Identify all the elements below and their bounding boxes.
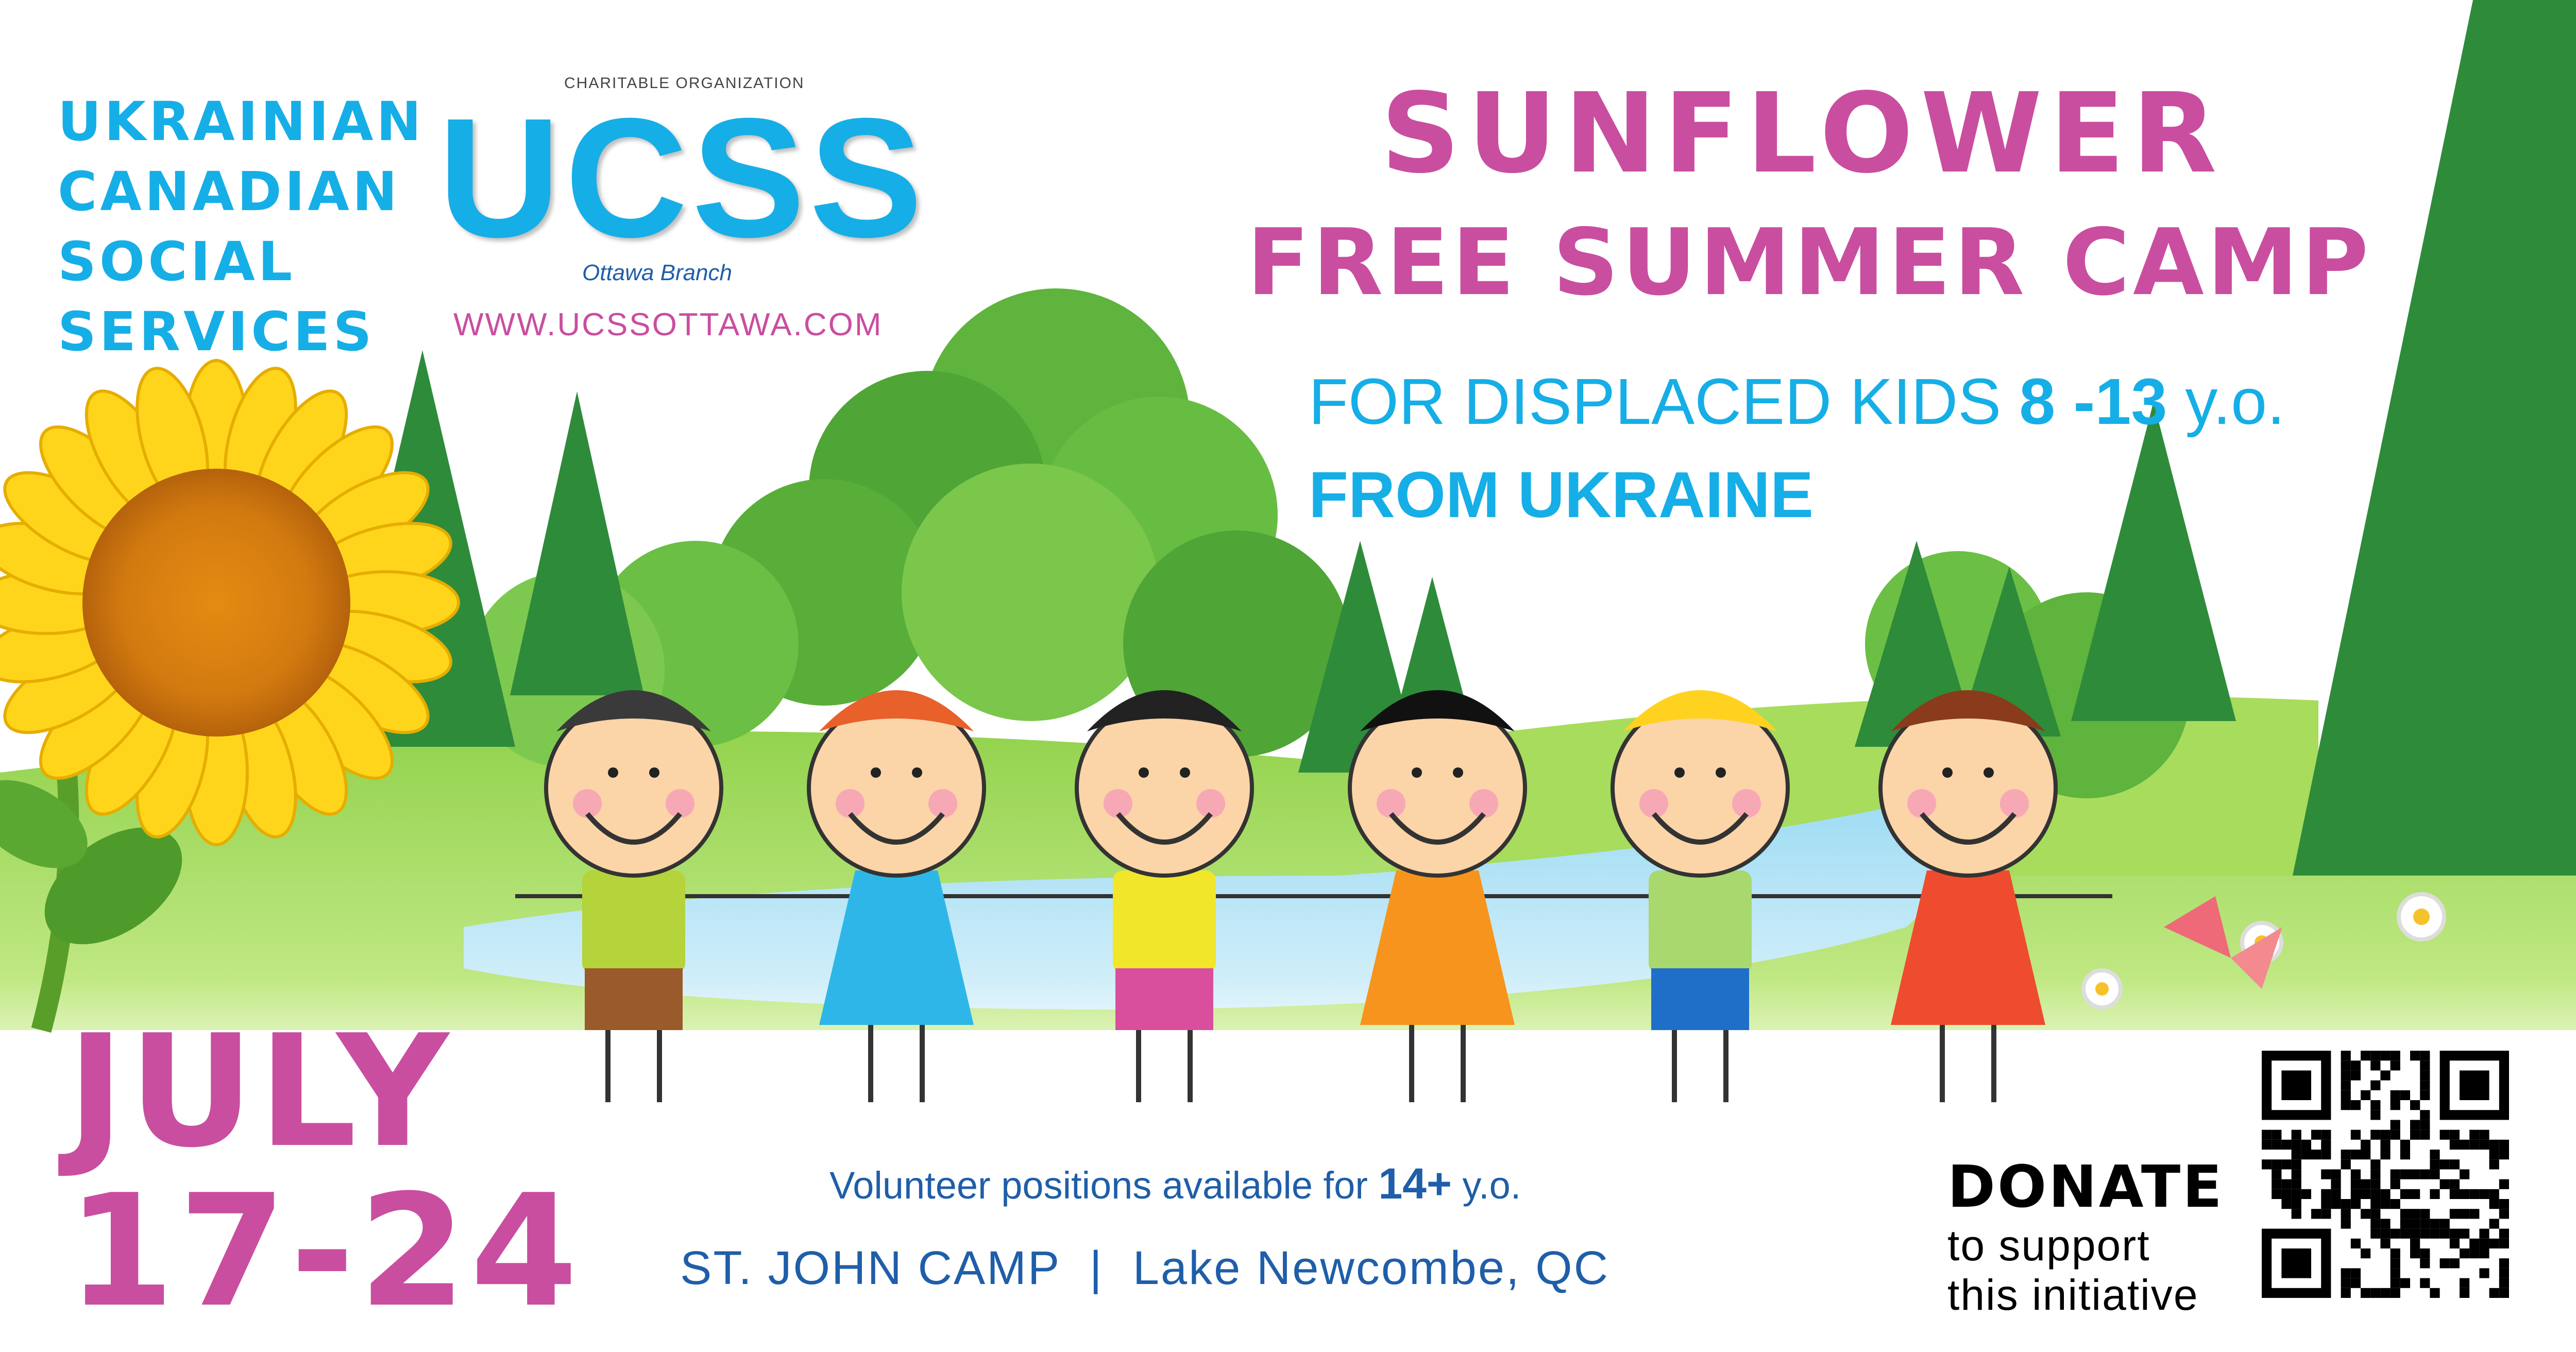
volunteer-age: 14+ (1378, 1159, 1452, 1208)
donate-qr-code[interactable] (2262, 1051, 2509, 1298)
audience-prefix: FOR DISPLACED KIDS (1309, 365, 2020, 438)
org-name-line-1: UKRAINIAN (58, 90, 425, 153)
date-days: 17-24 (67, 1161, 582, 1341)
org-name: UKRAINIAN CANADIAN SOCIAL SERVICES (58, 87, 425, 367)
camp-title: SUNFLOWER (1381, 70, 2224, 198)
camp-subtitle: FREE SUMMER CAMP (1247, 209, 2372, 316)
branch-label: Ottawa Branch (582, 260, 733, 285)
donate-title: DONATE (1947, 1154, 2224, 1221)
age-suffix: y.o. (2167, 365, 2285, 438)
donate-line-1: to support (1947, 1221, 2150, 1270)
audience-line: FOR DISPLACED KIDS 8 -13 y.o. (1309, 363, 2285, 440)
org-name-line-3: SOCIAL (58, 230, 296, 293)
org-name-line-2: CANADIAN (58, 160, 400, 223)
volunteer-prefix: Volunteer positions available for (829, 1164, 1379, 1207)
age-range: 8 -13 (2019, 365, 2167, 438)
camp-dates: JULY 17-24 (67, 1012, 582, 1331)
volunteer-suffix: y.o. (1451, 1164, 1521, 1207)
ucss-logo: UCSS (438, 82, 927, 272)
date-month: JULY (67, 1002, 453, 1182)
org-name-line-4: SERVICES (58, 300, 375, 363)
website-link[interactable]: WWW.UCSSOTTAWA.COM (453, 306, 883, 343)
donate-block[interactable]: DONATE to support this initiative (1947, 1154, 2236, 1320)
location-line: ST. JOHN CAMP | Lake Newcombe, QC (680, 1242, 1610, 1294)
donate-line-2: this initiative (1947, 1271, 2199, 1319)
volunteer-line: Volunteer positions available for 14+ y.… (829, 1159, 1521, 1209)
origin-line: FROM UKRAINE (1309, 458, 1814, 531)
